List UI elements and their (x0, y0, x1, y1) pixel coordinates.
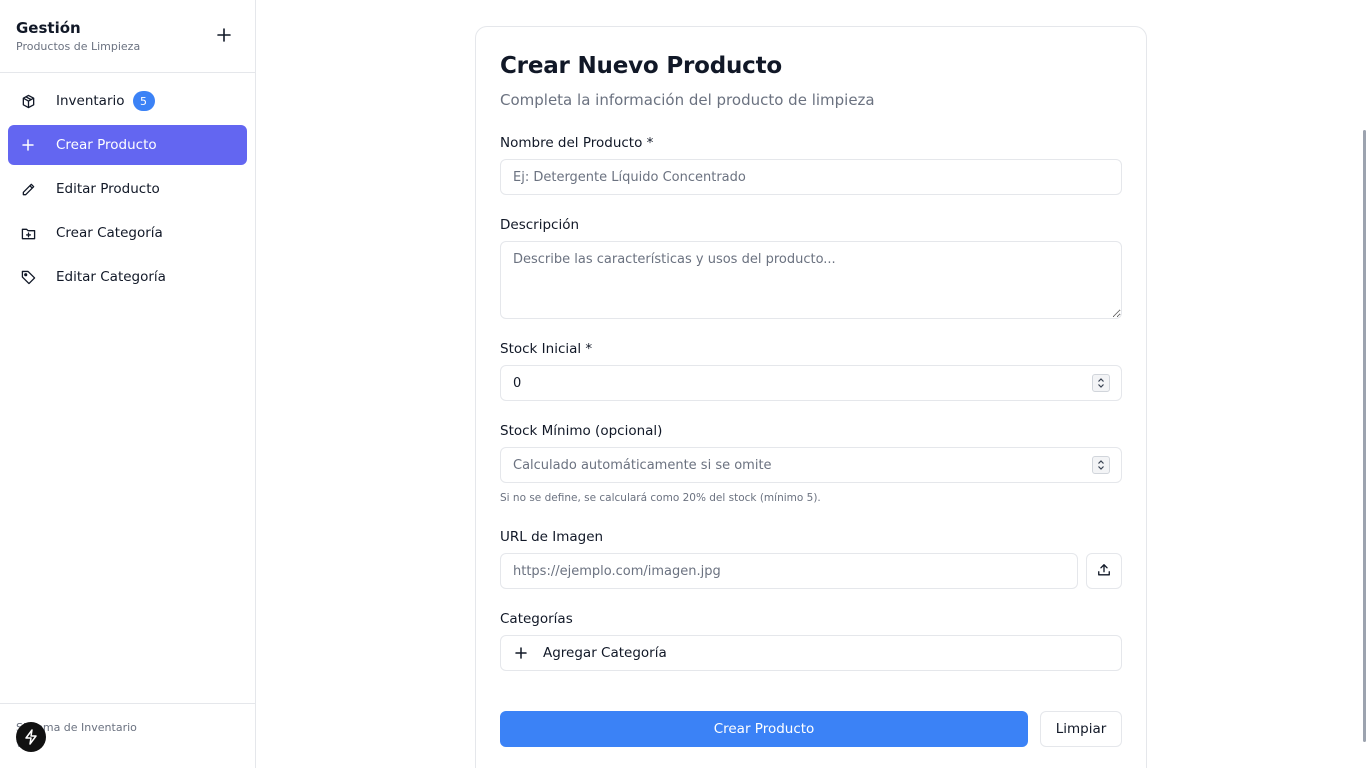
categories-label: Categorías (500, 611, 573, 627)
add-category-label: Agregar Categoría (543, 645, 667, 661)
sidebar-item-inventario[interactable]: Inventario 5 (8, 81, 247, 121)
add-category-button[interactable]: Agregar Categoría (500, 635, 1122, 671)
app-name: Sistema de Inventario (16, 721, 137, 734)
folder-plus-icon (20, 225, 36, 241)
pencil-icon (20, 181, 36, 197)
sidebar: Gestión Productos de Limpieza Inventario… (0, 0, 256, 768)
sidebar-item-label: Crear Categoría (56, 225, 163, 241)
sidebar-item-label: Inventario (56, 93, 125, 109)
sidebar-title: Gestión (16, 19, 81, 37)
lightning-icon[interactable] (16, 722, 46, 752)
page-subtitle: Completa la información del producto de … (500, 91, 875, 109)
page-title: Crear Nuevo Producto (500, 53, 782, 79)
stock-min-help: Si no se define, se calculará como 20% d… (500, 492, 821, 504)
description-textarea[interactable] (500, 241, 1122, 319)
stock-initial-input[interactable] (500, 365, 1122, 401)
sidebar-subtitle: Productos de Limpieza (16, 40, 141, 53)
sidebar-item-label: Crear Producto (56, 137, 157, 153)
create-product-form: Crear Nuevo Producto Completa la informa… (475, 26, 1147, 768)
sidebar-nav: Inventario 5 Crear Producto Editar Produ… (0, 73, 255, 309)
upload-icon (1097, 562, 1111, 581)
image-url-input[interactable] (500, 553, 1078, 589)
stock-min-input[interactable] (500, 447, 1122, 483)
app-version: v1.0 (16, 736, 239, 752)
stock-initial-wrapper (500, 365, 1122, 401)
description-label: Descripción (500, 217, 580, 233)
sidebar-item-editar-producto[interactable]: Editar Producto (8, 169, 247, 209)
stock-min-stepper[interactable] (1092, 456, 1110, 474)
sidebar-item-crear-categoria[interactable]: Crear Categoría (8, 213, 247, 253)
sidebar-item-editar-categoria[interactable]: Editar Categoría (8, 257, 247, 297)
add-icon[interactable] (215, 26, 233, 44)
name-label: Nombre del Producto * (500, 135, 654, 151)
create-product-button[interactable]: Crear Producto (500, 711, 1028, 747)
box-icon (20, 93, 36, 109)
stock-min-label: Stock Mínimo (opcional) (500, 423, 663, 439)
plus-icon (515, 647, 527, 659)
stock-initial-label: Stock Inicial * (500, 341, 593, 357)
name-input[interactable] (500, 159, 1122, 195)
upload-button[interactable] (1086, 553, 1122, 589)
sidebar-header: Gestión Productos de Limpieza (0, 0, 255, 73)
sidebar-item-crear-producto[interactable]: Crear Producto (8, 125, 247, 165)
stock-initial-stepper[interactable] (1092, 374, 1110, 392)
tag-icon (20, 269, 36, 285)
image-url-label: URL de Imagen (500, 529, 604, 545)
sidebar-item-label: Editar Categoría (56, 269, 166, 285)
plus-icon (20, 137, 36, 153)
clear-button[interactable]: Limpiar (1040, 711, 1122, 747)
stock-min-wrapper (500, 447, 1122, 483)
sidebar-item-label: Editar Producto (56, 181, 160, 197)
inventory-count-badge: 5 (132, 91, 155, 111)
